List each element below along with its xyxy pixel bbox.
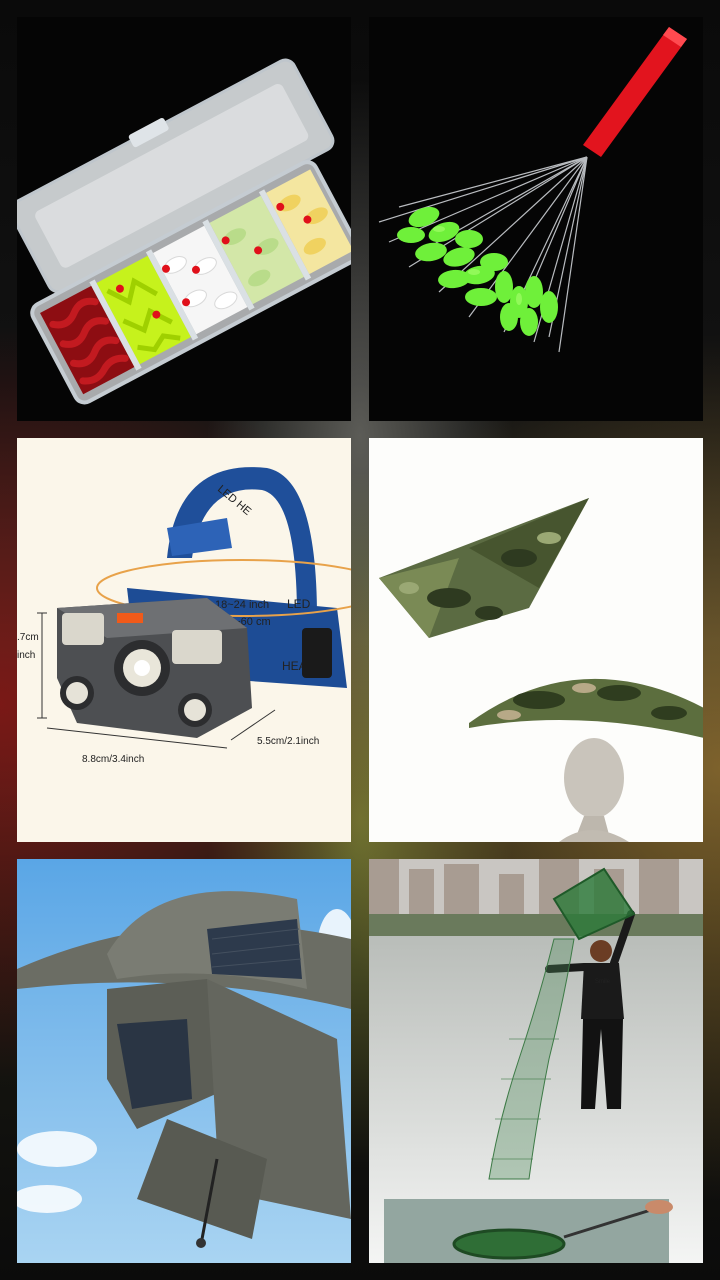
float-stoppers-illustration: [378, 27, 687, 353]
image-tile-lure-box[interactable]: [17, 17, 351, 421]
image-tile-float-stoppers[interactable]: [369, 17, 703, 421]
image-tile-headlamp[interactable]: LED HE LED HEA 18~24 inch 45~60 cm .7cm: [17, 438, 351, 842]
umbrella-hat-illustration: [379, 498, 703, 842]
image-tile-keepnet[interactable]: Smile: [369, 859, 703, 1263]
keepnet-illustration: Smile: [369, 859, 703, 1263]
sun-hat-illustration: [17, 859, 351, 1263]
headlamp-illustration: LED HE LED HEA 18~24 inch 45~60 cm .7cm: [17, 467, 351, 765]
image-tile-umbrella-hat[interactable]: [369, 438, 703, 842]
shirt-text: Smile: [595, 979, 611, 985]
strap-text-2: LED: [287, 597, 311, 611]
image-tile-sun-hat[interactable]: [17, 859, 351, 1263]
height-cm-label: .7cm: [17, 632, 39, 643]
width-label: 8.8cm/3.4inch: [82, 754, 144, 765]
depth-label: 5.5cm/2.1inch: [257, 736, 319, 747]
height-inch-label: inch: [17, 650, 35, 661]
circumference-inch-label: 18~24 inch: [215, 599, 269, 611]
lure-box-illustration: [17, 58, 351, 405]
